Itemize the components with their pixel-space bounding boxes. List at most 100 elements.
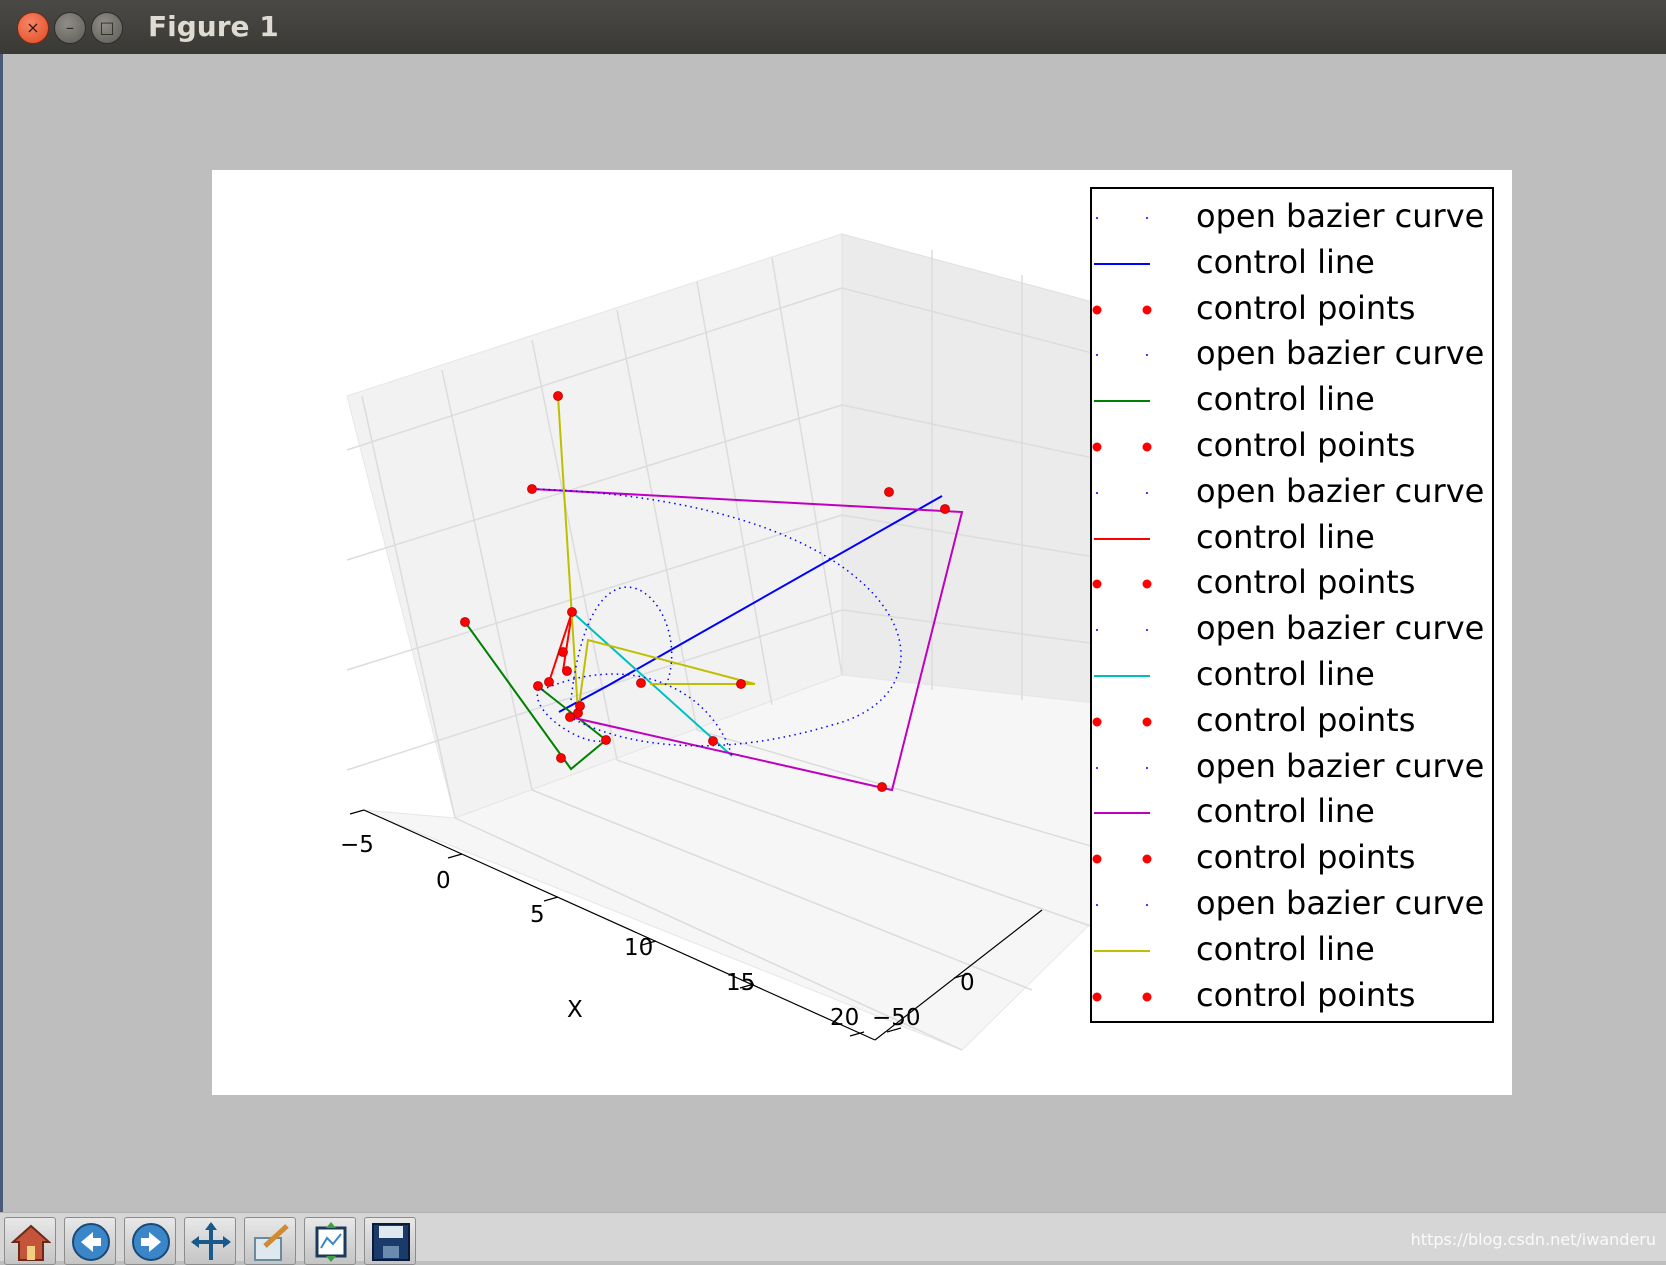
x-tick-label: 0 xyxy=(436,868,451,894)
legend-label: control line xyxy=(1196,929,1375,968)
control-point-marker xyxy=(567,607,577,617)
legend-entry: open bazier curve xyxy=(1092,470,1492,516)
control-point-marker xyxy=(533,681,543,691)
legend-entry: control points xyxy=(1092,699,1492,745)
legend-key-icon xyxy=(1096,354,1148,357)
legend-label: control points xyxy=(1196,563,1416,602)
maximize-button[interactable]: □ xyxy=(91,12,123,44)
legend-key-icon xyxy=(1096,217,1148,219)
window-title: Figure 1 xyxy=(148,10,279,43)
x-tick-mark xyxy=(349,809,365,815)
legend-label: control line xyxy=(1196,792,1375,831)
x-tick-label: −5 xyxy=(340,832,374,858)
legend-entry: open bazier curve xyxy=(1092,882,1492,928)
legend-entry: open bazier curve xyxy=(1092,195,1492,241)
legend-key-icon xyxy=(1096,629,1148,632)
close-button[interactable]: × xyxy=(17,12,49,44)
home-icon xyxy=(11,1224,51,1261)
legend-entry: open bazier curve xyxy=(1092,332,1492,378)
legend-entry: control line xyxy=(1092,241,1492,287)
x-tick-label: 10 xyxy=(624,935,653,961)
control-point-marker xyxy=(636,678,646,688)
control-point-marker xyxy=(940,504,950,514)
legend-entry: control points xyxy=(1092,561,1492,607)
home-button[interactable] xyxy=(4,1217,56,1265)
legend-label: control points xyxy=(1196,426,1416,464)
legend-entry: control points xyxy=(1092,424,1492,470)
legend-label: open bazier curve xyxy=(1196,334,1485,373)
x-tick-label: 5 xyxy=(530,902,545,928)
legend-entry: control line xyxy=(1092,790,1492,836)
legend: open bazier curve control line control poi… xyxy=(1090,187,1494,1023)
pan-icon xyxy=(191,1222,231,1260)
control-point-marker xyxy=(877,782,887,792)
legend-key-icon xyxy=(1094,262,1150,265)
legend-entry: control points xyxy=(1092,974,1492,1020)
zoom-button[interactable] xyxy=(244,1217,296,1265)
control-point-marker xyxy=(460,617,470,627)
forward-icon xyxy=(132,1223,170,1261)
legend-key-icon xyxy=(1094,537,1150,540)
zoom-icon xyxy=(254,1224,289,1261)
subplots-button[interactable] xyxy=(304,1217,356,1265)
legend-label: control points xyxy=(1196,700,1416,739)
legend-key-icon xyxy=(1094,675,1150,677)
legend-key-icon xyxy=(1092,992,1152,1002)
legend-key-icon xyxy=(1092,717,1152,727)
back-button[interactable] xyxy=(64,1217,116,1265)
x-tick-label: 15 xyxy=(726,970,755,996)
save-icon xyxy=(372,1223,410,1261)
control-point-marker xyxy=(544,677,554,687)
legend-label: control points xyxy=(1196,975,1416,1014)
legend-entry: control line xyxy=(1092,653,1492,699)
y-tick-label: −50 xyxy=(872,1005,921,1031)
legend-label: control line xyxy=(1196,242,1375,281)
control-point-marker xyxy=(884,487,894,497)
control-point-marker xyxy=(575,701,585,711)
legend-key-icon xyxy=(1092,854,1152,864)
x-axis-label: X xyxy=(567,997,583,1023)
maximize-icon: □ xyxy=(99,18,115,37)
legend-key-icon xyxy=(1096,491,1148,494)
legend-entry: control line xyxy=(1092,516,1492,562)
x-tick-label: 20 xyxy=(830,1005,859,1031)
legend-label: open bazier curve xyxy=(1196,197,1485,235)
x-tick-mark xyxy=(543,896,559,902)
minimize-button[interactable]: – xyxy=(54,12,86,44)
y-tick-label: 0 xyxy=(960,970,975,996)
legend-label: control points xyxy=(1196,838,1416,877)
legend-label: control line xyxy=(1196,517,1375,556)
legend-label: control points xyxy=(1196,288,1416,327)
legend-key-icon xyxy=(1096,904,1148,906)
minimize-icon: – xyxy=(66,18,74,37)
legend-key-icon xyxy=(1094,949,1150,952)
figure-canvas[interactable]: −505101520 −500 X Z open bazier curvecon… xyxy=(212,170,1512,1095)
legend-key-icon xyxy=(1096,766,1148,769)
watermark: https://blog.csdn.net/iwanderu xyxy=(1410,1230,1656,1249)
legend-label: control line xyxy=(1196,655,1375,693)
save-button[interactable] xyxy=(364,1217,416,1265)
control-point-marker xyxy=(527,484,537,494)
legend-entry: open bazier curve xyxy=(1092,607,1492,653)
control-point-marker xyxy=(736,679,746,689)
pan-button[interactable] xyxy=(184,1217,236,1265)
back-icon xyxy=(72,1223,110,1261)
x-tick-mark xyxy=(447,853,463,859)
legend-entry: control line xyxy=(1092,928,1492,974)
legend-label: open bazier curve xyxy=(1196,746,1485,785)
subplots-icon xyxy=(315,1222,347,1262)
control-point-marker xyxy=(708,736,718,746)
control-point-marker xyxy=(565,712,575,722)
title-bar: × – □ Figure 1 xyxy=(0,0,1666,54)
legend-key-icon xyxy=(1094,400,1150,403)
control-point-marker xyxy=(601,735,611,745)
legend-entry: open bazier curve xyxy=(1092,745,1492,791)
close-icon: × xyxy=(26,18,40,37)
legend-key-icon xyxy=(1094,812,1150,815)
legend-key-icon xyxy=(1092,579,1152,589)
legend-key-icon xyxy=(1092,442,1152,452)
legend-key-icon xyxy=(1092,305,1152,315)
forward-button[interactable] xyxy=(124,1217,176,1265)
legend-label: open bazier curve xyxy=(1196,609,1485,648)
control-point-marker xyxy=(556,753,566,763)
